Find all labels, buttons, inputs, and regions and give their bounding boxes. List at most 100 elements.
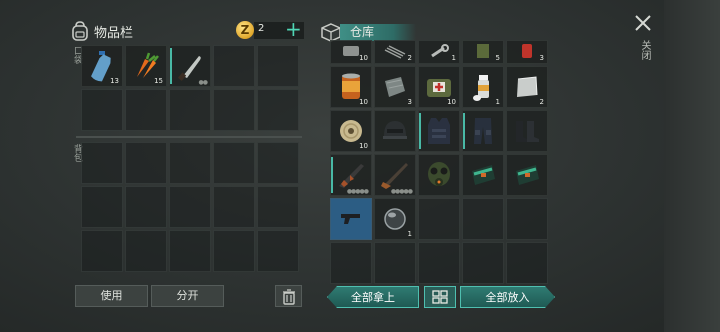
warehouse-slot[interactable]: 1 [462, 66, 504, 108]
warehouse-slot[interactable] [506, 198, 548, 240]
backpack-slot[interactable] [169, 142, 211, 184]
inventory-header: 物品栏 [70, 18, 133, 44]
backpack-slot[interactable] [213, 230, 255, 272]
warehouse-slot[interactable]: 10 [330, 110, 372, 152]
warehouse-slot[interactable] [462, 242, 504, 284]
warehouse-slot[interactable] [506, 154, 548, 196]
rope-spool-icon [340, 120, 362, 142]
warehouse-slot[interactable] [374, 242, 416, 284]
item-count: 15 [154, 77, 163, 85]
supply-bag-icon [516, 165, 539, 185]
glass-lens-icon [384, 208, 406, 230]
trash-icon [282, 289, 295, 305]
item-count: 1 [495, 98, 500, 106]
pocket-slot-3[interactable]: ●● [169, 45, 211, 87]
warehouse-slot[interactable]: 3 [506, 40, 548, 64]
backpack-slot[interactable] [125, 186, 167, 228]
pocket-grid: 13 15 ●● [81, 45, 299, 131]
put-all-button[interactable]: 全部放入 [460, 286, 555, 308]
warehouse-slot[interactable] [418, 242, 460, 284]
warehouse-slot[interactable] [506, 110, 548, 152]
sort-button[interactable] [424, 286, 456, 308]
hunting-rifle-icon [381, 163, 408, 189]
backpack-slot[interactable] [257, 230, 299, 272]
warehouse-slot[interactable]: 1 [374, 198, 416, 240]
pocket-slot-4[interactable] [213, 45, 255, 87]
backpack-slot[interactable] [81, 142, 123, 184]
pocket-slot-5[interactable] [257, 45, 299, 87]
pocket-slot-7[interactable] [125, 89, 167, 131]
warehouse-slot[interactable]: 10 [330, 40, 372, 64]
add-currency-button[interactable]: + [285, 19, 302, 39]
backpack-slot[interactable] [125, 230, 167, 272]
warehouse-slot[interactable] [374, 110, 416, 152]
discard-button[interactable] [275, 285, 302, 307]
use-button[interactable]: 使用 [75, 285, 148, 307]
durability-indicator: ●● [198, 79, 209, 86]
pocket-slot-6[interactable] [81, 89, 123, 131]
warehouse-slot[interactable] [462, 154, 504, 196]
backpack-slot[interactable] [81, 230, 123, 272]
warehouse-slot[interactable]: ●●●●● [330, 154, 372, 196]
pocket-slot-1[interactable]: 13 [81, 45, 123, 87]
backpack-grid [81, 142, 299, 272]
warehouse-slot[interactable]: 10 [330, 66, 372, 108]
pocket-slot-10[interactable] [257, 89, 299, 131]
first-aid-bag-icon [427, 79, 451, 97]
warehouse-grid: 10 2 1 5 3 10 3 10 1 2 10 ●●●●● ●●●●● 1 [330, 40, 548, 284]
backpack-slot[interactable] [169, 186, 211, 228]
warehouse-slot[interactable]: 1 [418, 40, 460, 64]
cloth-icon [385, 77, 405, 97]
warehouse-slot[interactable] [506, 242, 548, 284]
close-icon[interactable] [632, 12, 654, 34]
jerrycan-icon [477, 44, 489, 58]
backpack-slot[interactable] [213, 142, 255, 184]
section-divider [76, 136, 302, 138]
item-count: 3 [407, 98, 412, 106]
item-count: 10 [359, 54, 368, 62]
split-button[interactable]: 分开 [151, 285, 224, 307]
backpack-slot[interactable] [213, 186, 255, 228]
item-count: 10 [447, 98, 456, 106]
machete-icon [177, 56, 201, 81]
item-count: 1 [407, 230, 412, 238]
sort-grid-icon [432, 290, 448, 304]
backpack-slot[interactable] [257, 186, 299, 228]
right-panel-edge [664, 0, 720, 332]
pocket-slot-2[interactable]: 15 [125, 45, 167, 87]
item-count: 13 [110, 77, 119, 85]
tactical-pants-icon [474, 118, 492, 144]
warehouse-slot[interactable] [418, 110, 460, 152]
backpack-slot[interactable] [257, 142, 299, 184]
spring-icon [384, 45, 406, 59]
warehouse-slot[interactable] [462, 198, 504, 240]
assault-rifle-icon [339, 164, 364, 188]
warehouse-slot[interactable] [418, 198, 460, 240]
wrench-icon [431, 44, 449, 58]
pills-bottle-icon [473, 75, 489, 101]
durability-indicator: ●●●●● [390, 188, 413, 195]
take-all-button[interactable]: 全部拿上 [327, 286, 419, 308]
item-count: 3 [539, 54, 544, 62]
warehouse-slot[interactable]: 2 [374, 40, 416, 64]
gas-mask-icon [428, 162, 450, 186]
pocket-slot-8[interactable] [169, 89, 211, 131]
warehouse-slot[interactable] [462, 110, 504, 152]
backpack-slot[interactable] [81, 186, 123, 228]
item-count: 2 [407, 54, 412, 62]
warehouse-slot[interactable]: ●●●●● [374, 154, 416, 196]
warehouse-slot[interactable] [418, 154, 460, 196]
backpack-slot[interactable] [125, 142, 167, 184]
backpack-slot[interactable] [169, 230, 211, 272]
pocket-slot-9[interactable] [213, 89, 255, 131]
currency-amount: 2 [258, 23, 265, 34]
warehouse-slot[interactable]: 3 [374, 66, 416, 108]
close-label[interactable]: 关闭 [636, 40, 650, 60]
warehouse-slot[interactable]: 10 [418, 66, 460, 108]
durability-indicator: ●●●●● [346, 188, 369, 195]
warehouse-slot[interactable] [330, 198, 372, 240]
item-count: 2 [539, 98, 544, 106]
warehouse-slot[interactable]: 2 [506, 66, 548, 108]
warehouse-slot[interactable]: 5 [462, 40, 504, 64]
warehouse-slot[interactable] [330, 242, 372, 284]
